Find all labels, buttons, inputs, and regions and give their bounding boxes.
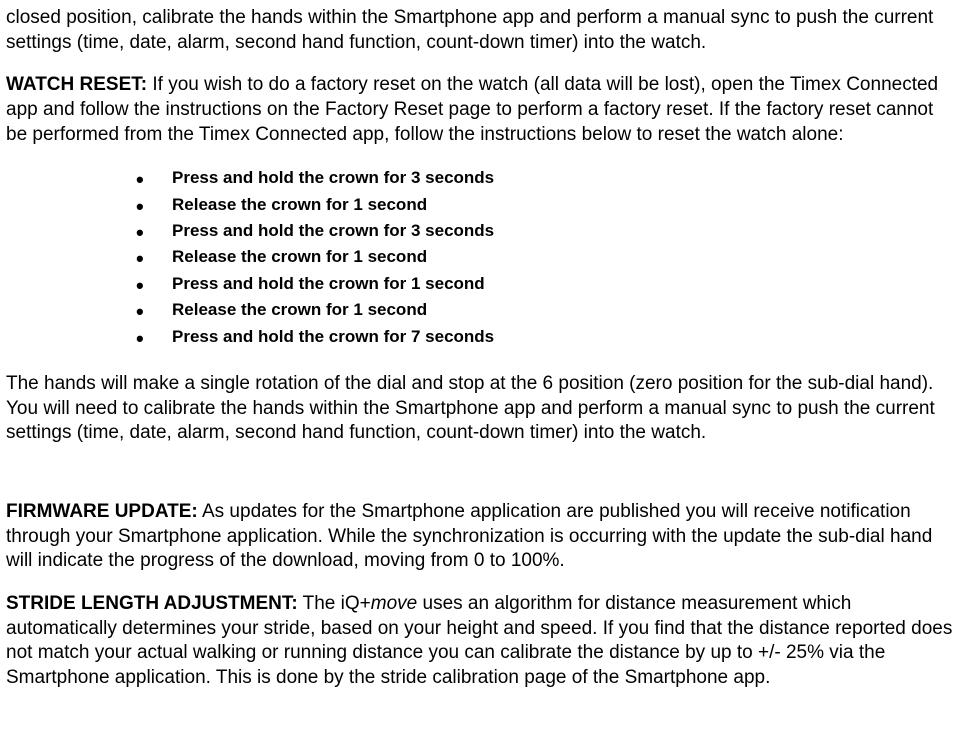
list-item: Press and hold the crown for 7 seconds bbox=[136, 324, 954, 350]
watch-reset-section: WATCH RESET: If you wish to do a factory… bbox=[6, 73, 954, 147]
list-item: Release the crown for 1 second bbox=[136, 192, 954, 218]
list-item: Press and hold the crown for 1 second bbox=[136, 271, 954, 297]
intro-fragment: closed position, calibrate the hands wit… bbox=[6, 6, 954, 55]
list-item: Press and hold the crown for 3 seconds bbox=[136, 218, 954, 244]
reset-steps-list: Press and hold the crown for 3 seconds R… bbox=[6, 165, 954, 349]
stride-section: STRIDE LENGTH ADJUSTMENT: The iQ+move us… bbox=[6, 592, 954, 691]
spacer bbox=[6, 464, 954, 500]
watch-reset-heading: WATCH RESET: bbox=[6, 74, 147, 95]
list-item: Release the crown for 1 second bbox=[136, 297, 954, 323]
firmware-heading: FIRMWARE UPDATE: bbox=[6, 501, 198, 522]
firmware-section: FIRMWARE UPDATE: As updates for the Smar… bbox=[6, 500, 954, 574]
stride-prefix: The iQ+ bbox=[298, 593, 371, 614]
stride-heading: STRIDE LENGTH ADJUSTMENT: bbox=[6, 593, 298, 614]
list-item: Release the crown for 1 second bbox=[136, 244, 954, 270]
post-reset-paragraph: The hands will make a single rotation of… bbox=[6, 372, 954, 446]
list-item: Press and hold the crown for 3 seconds bbox=[136, 165, 954, 191]
stride-italic: move bbox=[371, 593, 417, 614]
